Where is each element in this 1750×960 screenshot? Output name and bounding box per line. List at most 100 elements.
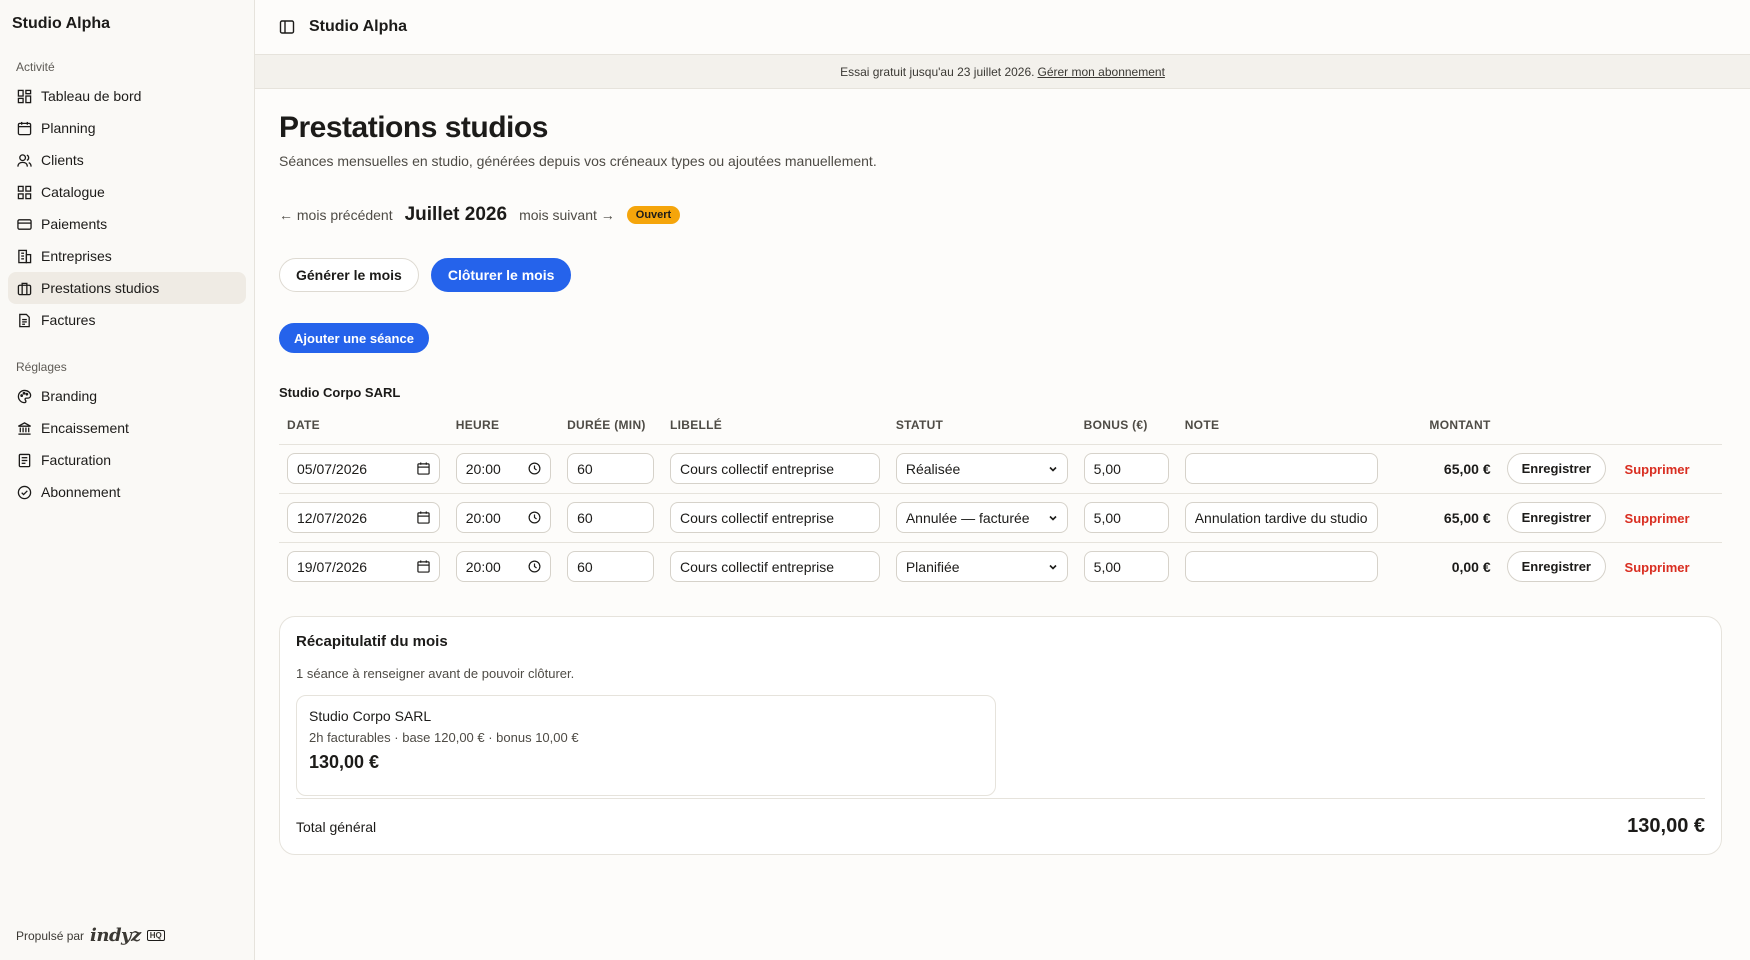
manage-subscription-link[interactable]: Gérer mon abonnement [1038, 65, 1165, 79]
bonus-input[interactable]: 5,00 [1083, 453, 1169, 484]
delete-button[interactable]: Supprimer [1625, 511, 1690, 526]
duration-input[interactable]: 60 [567, 502, 654, 533]
status-select[interactable]: Planifiée [895, 551, 1068, 583]
save-button[interactable]: Enregistrer [1506, 502, 1606, 533]
sidebar-item-catalogue[interactable]: Catalogue [8, 176, 246, 208]
date-input[interactable]: 12/07/2026 [287, 502, 440, 533]
date-value: 05/07/2026 [297, 460, 368, 477]
calendar-icon[interactable] [417, 560, 430, 573]
sidebar-item-label: Abonnement [41, 484, 121, 500]
bonus-input[interactable]: 5,00 [1083, 551, 1169, 583]
month-summary-card: Récapitulatif du mois 1 séance à renseig… [279, 616, 1722, 855]
sidebar-item-factures[interactable]: Factures [8, 304, 246, 336]
hq-badge: HQ [146, 930, 165, 941]
calendar-icon[interactable] [417, 462, 430, 475]
clock-icon[interactable] [528, 462, 541, 475]
grand-total-row: Total général 130,00 € [296, 798, 1705, 854]
chevron-down-icon [1049, 515, 1057, 521]
duration-value: 60 [577, 460, 593, 477]
trial-banner-text: Essai gratuit jusqu'au 23 juillet 2026. [840, 64, 1035, 79]
briefcase-icon [17, 282, 32, 295]
clock-icon[interactable] [528, 511, 541, 524]
status-value: Annulée — facturée [905, 509, 1030, 526]
status-select[interactable]: Réalisée [895, 453, 1068, 484]
label-input[interactable]: Cours collectif entreprise [670, 551, 880, 583]
users-icon [17, 153, 32, 167]
sidebar-toggle-icon[interactable] [279, 19, 295, 35]
note-input[interactable] [1184, 453, 1378, 484]
label-input[interactable]: Cours collectif entreprise [670, 453, 880, 484]
time-input[interactable]: 20:00 [455, 551, 552, 583]
app-root: Studio Alpha Activité Tableau de bord Pl… [0, 0, 1750, 960]
label-input[interactable]: Cours collectif entreprise [670, 502, 880, 533]
page-content: Prestations studios Séances mensuelles e… [255, 89, 1750, 855]
note-input[interactable]: Annulation tardive du studio [1184, 502, 1378, 533]
document-icon [19, 313, 30, 327]
page-title: Prestations studios [279, 111, 548, 144]
bank-icon [18, 421, 31, 435]
topbar-title: Studio Alpha [309, 18, 408, 35]
table-row: 05/07/2026 20:00 60 Cours collectif entr… [279, 444, 1722, 494]
date-input[interactable]: 19/07/2026 [287, 551, 440, 583]
column-header: HEURE [447, 418, 560, 445]
time-input[interactable]: 20:00 [455, 453, 552, 484]
status-value: Planifiée [905, 558, 960, 575]
delete-button[interactable]: Supprimer [1625, 560, 1690, 575]
sidebar-item-clients[interactable]: Clients [8, 144, 246, 176]
current-month: Juillet 2026 [404, 204, 508, 225]
duration-input[interactable]: 60 [567, 551, 654, 583]
time-value: 20:00 [465, 509, 501, 526]
sidebar-item-planning[interactable]: Planning [8, 112, 246, 144]
sidebar-item-entreprises[interactable]: Entreprises [8, 240, 246, 272]
sidebar-item-dashboard[interactable]: Tableau de bord [8, 80, 246, 112]
generate-month-button[interactable]: Générer le mois [279, 258, 419, 292]
amount-value: 65,00 € [1385, 444, 1499, 494]
status-select[interactable]: Annulée — facturée [895, 502, 1068, 533]
sidebar-item-paiements[interactable]: Paiements [8, 208, 246, 240]
column-header: MONTANT [1385, 418, 1499, 445]
sidebar-item-label: Factures [41, 312, 96, 328]
sidebar-item-label: Tableau de bord [41, 88, 142, 104]
save-button[interactable]: Enregistrer [1506, 453, 1606, 484]
table-row: 12/07/2026 20:00 60 Cours collectif entr… [279, 493, 1722, 543]
month-actions: Générer le mois Clôturer le mois [279, 258, 1726, 292]
clock-icon[interactable] [528, 560, 541, 573]
sidebar: Studio Alpha Activité Tableau de bord Pl… [0, 0, 255, 960]
chevron-down-icon [1049, 564, 1057, 570]
previous-month-link[interactable]: ← mois précédent [279, 207, 393, 223]
close-month-button[interactable]: Clôturer le mois [430, 258, 572, 292]
client-summary-total: 130,00 € [309, 752, 380, 772]
indyz-logo[interactable]: indyz [90, 925, 141, 946]
duration-input[interactable]: 60 [567, 453, 654, 484]
sidebar-item-prestations-studios[interactable]: Prestations studios [8, 272, 246, 304]
bonus-input[interactable]: 5,00 [1083, 502, 1169, 533]
sidebar-item-abonnement[interactable]: Abonnement [8, 476, 246, 508]
sidebar-item-branding[interactable]: Branding [8, 380, 246, 412]
sidebar-item-facturation[interactable]: Facturation [8, 444, 246, 476]
date-value: 19/07/2026 [297, 558, 368, 575]
table-header-row: DATE HEURE DURÉE (MIN) LIBELLÉ STATUT BO… [279, 418, 1722, 445]
amount-value: 65,00 € [1385, 493, 1499, 543]
client-summary-details: 2h facturables · base 120,00 € · bonus 1… [309, 730, 579, 745]
time-input[interactable]: 20:00 [455, 502, 552, 533]
note-input[interactable] [1184, 551, 1378, 583]
sidebar-section-activity: Activité [16, 60, 55, 74]
add-session-button[interactable]: Ajouter une séance [279, 323, 429, 353]
label-value: Cours collectif entreprise [680, 509, 835, 526]
next-month-link[interactable]: mois suivant → [519, 207, 615, 223]
delete-button[interactable]: Supprimer [1625, 462, 1690, 477]
date-input[interactable]: 05/07/2026 [287, 453, 440, 484]
grid-icon [17, 185, 32, 199]
sidebar-item-encaissement[interactable]: Encaissement [8, 412, 246, 444]
duration-value: 60 [577, 558, 593, 575]
column-header: BONUS (€) [1075, 418, 1177, 445]
sidebar-item-label: Entreprises [41, 248, 112, 264]
sidebar-title: Studio Alpha [12, 15, 111, 32]
bonus-value: 5,00 [1093, 509, 1121, 526]
sidebar-item-label: Encaissement [41, 420, 129, 436]
save-button[interactable]: Enregistrer [1506, 551, 1606, 583]
add-session-row: Ajouter une séance [279, 323, 1726, 353]
grand-total-value: 130,00 € [1627, 815, 1705, 837]
calendar-icon[interactable] [417, 511, 430, 524]
table-row: 19/07/2026 20:00 60 Cours collectif entr… [279, 542, 1722, 591]
